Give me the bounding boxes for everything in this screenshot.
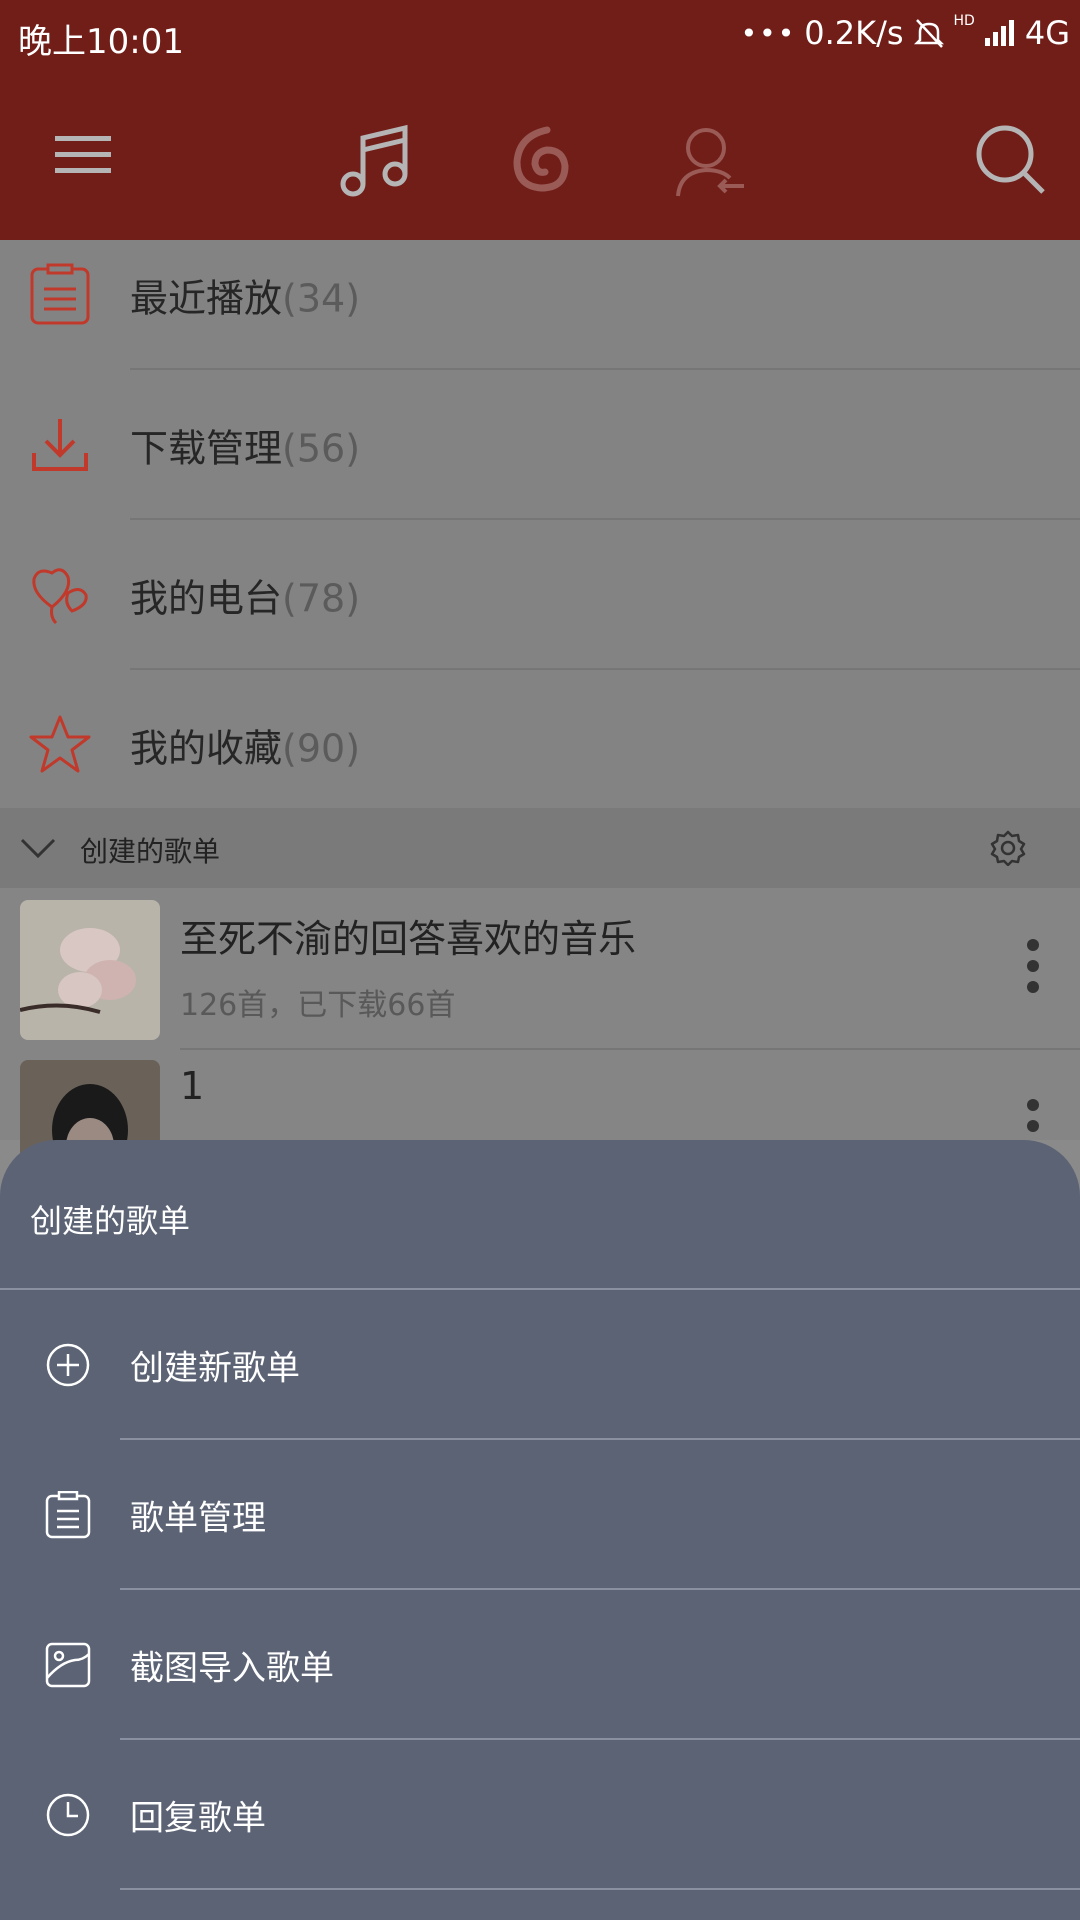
signal-icon	[984, 20, 1014, 46]
list-item-count: (56)	[282, 426, 361, 471]
gear-icon[interactable]	[990, 830, 1026, 866]
chevron-down-icon[interactable]	[20, 836, 56, 860]
menu-item-label: 创建新歌单	[130, 1348, 300, 1389]
plus-circle-icon	[46, 1343, 90, 1387]
playlist-name: 1	[180, 1064, 205, 1108]
network-speed: 0.2K/s	[804, 14, 904, 52]
menu-item-screenshot-import[interactable]: 截图导入歌单	[0, 1590, 1080, 1740]
dots-icon: •••	[740, 16, 797, 50]
playlist-item[interactable]: 至死不渝的回答喜欢的音乐 126首，已下载66首	[0, 888, 1080, 1050]
menu-item-playlist-manage[interactable]: 歌单管理	[0, 1440, 1080, 1590]
playlist-list: 至死不渝的回答喜欢的音乐 126首，已下载66首 1	[0, 888, 1080, 1200]
menu-item-restore-playlist[interactable]: 回复歌单	[0, 1740, 1080, 1890]
list-item-count: (78)	[282, 576, 361, 621]
netease-icon[interactable]	[505, 122, 577, 194]
list-item-label: 最近播放	[130, 276, 283, 321]
music-note-icon[interactable]	[335, 122, 415, 202]
playlist-name: 至死不渝的回答喜欢的音乐	[180, 917, 637, 961]
download-icon	[32, 419, 88, 471]
playlist-subtitle: 126首，已下载66首	[180, 988, 456, 1023]
hd-label: HD	[953, 13, 975, 29]
status-time: 晚上10:01	[18, 22, 184, 62]
menu-icon[interactable]	[55, 134, 113, 176]
radio-heart-icon	[32, 568, 88, 625]
list-item-count: (90)	[282, 726, 361, 771]
star-icon	[29, 715, 91, 773]
menu-item-label: 歌单管理	[130, 1498, 266, 1539]
search-icon[interactable]	[975, 124, 1047, 196]
image-import-icon	[45, 1642, 91, 1688]
friends-icon[interactable]	[672, 122, 752, 202]
menu-item-label: 回复歌单	[130, 1798, 266, 1839]
section-title: 创建的歌单	[80, 835, 221, 868]
sheet-title: 创建的歌单	[30, 1202, 191, 1240]
signal-label: 4G	[1024, 14, 1070, 52]
more-vertical-icon[interactable]	[1026, 938, 1040, 994]
divider	[120, 1888, 1080, 1890]
muted-bell-icon	[913, 19, 944, 48]
bottom-sheet-menu: 创建的歌单 创建新歌单 歌单管理 截图导入歌单 回复歌单	[0, 1140, 1080, 1920]
list-item-label: 我的收藏	[130, 726, 283, 771]
recent-list-icon	[30, 263, 90, 325]
menu-item-label: 截图导入歌单	[130, 1648, 334, 1689]
list-item-label: 下载管理	[130, 426, 283, 471]
menu-item-create-playlist[interactable]: 创建新歌单	[0, 1290, 1080, 1440]
list-item-radio[interactable]: 我的电台(78)	[0, 520, 1080, 670]
list-item-favorites[interactable]: 我的收藏(90)	[0, 670, 1080, 820]
section-header-created-playlists[interactable]: 创建的歌单	[0, 808, 1080, 888]
playlist-cover	[20, 900, 160, 1040]
status-indicators: ••• 0.2K/s HD 4G	[740, 13, 1070, 52]
my-music-list: 最近播放(34) 下载管理(56) 我的电台(78) 我的收藏(90)	[0, 240, 1080, 810]
clipboard-icon	[45, 1491, 91, 1539]
list-item-label: 我的电台	[130, 576, 283, 621]
clock-icon	[46, 1793, 90, 1837]
status-bar: 晚上10:01 ••• 0.2K/s HD 4G	[0, 0, 1080, 72]
list-item-download[interactable]: 下载管理(56)	[0, 370, 1080, 520]
list-item-recent[interactable]: 最近播放(34)	[0, 220, 1080, 370]
list-item-count: (34)	[282, 276, 361, 321]
